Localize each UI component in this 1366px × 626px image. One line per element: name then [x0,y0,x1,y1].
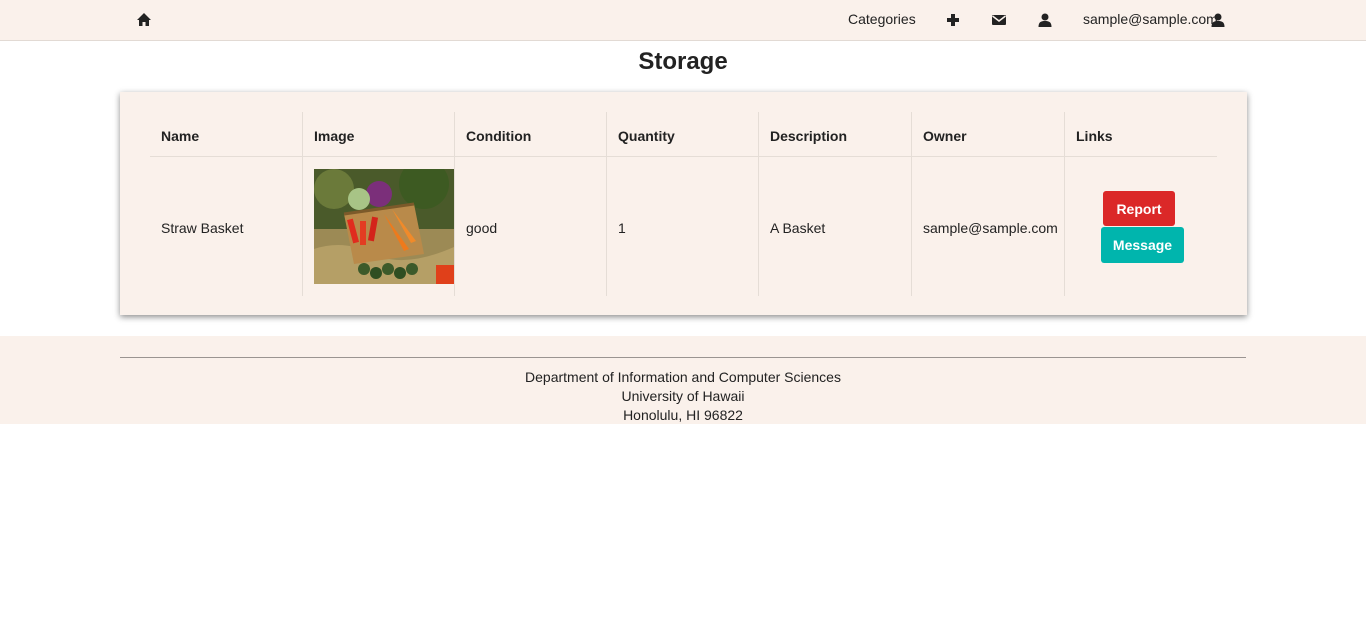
top-navbar: Categories sample@sample.com [0,0,1366,41]
column-divider [758,112,759,296]
column-header-links: Links [1076,128,1113,144]
report-button[interactable]: Report [1103,191,1175,226]
footer-department: Department of Information and Computer S… [525,369,841,385]
column-header-description: Description [770,128,848,144]
message-button[interactable]: Message [1101,227,1184,263]
envelope-icon[interactable] [991,12,1007,28]
footer-university: University of Hawaii [621,388,745,404]
cell-description: A Basket [770,220,826,236]
cell-condition: good [466,220,498,236]
footer-address: Honolulu, HI 96822 [623,407,743,423]
plus-icon[interactable] [945,12,961,28]
user-menu-email[interactable]: sample@sample.com [1083,11,1218,27]
user-icon[interactable] [1037,12,1053,28]
home-icon[interactable] [136,12,152,28]
page-title: Storage [638,48,728,75]
column-header-quantity: Quantity [618,128,675,144]
column-header-name: Name [161,128,200,144]
item-image [314,169,454,284]
cell-name: Straw Basket [161,220,244,236]
cell-quantity: 1 [618,220,626,236]
cell-owner: sample@sample.com [923,220,1058,236]
column-header-condition: Condition [466,128,532,144]
storage-table-card: Name Image Condition Quantity Descriptio… [120,92,1247,315]
column-divider [1064,112,1065,296]
footer-divider [120,357,1246,358]
column-divider [606,112,607,296]
column-divider [302,112,303,296]
column-divider [454,112,455,296]
header-divider [150,156,1217,157]
column-divider [911,112,912,296]
column-header-owner: Owner [923,128,967,144]
footer: Department of Information and Computer S… [0,336,1366,424]
nav-categories-link[interactable]: Categories [848,11,916,27]
column-header-image: Image [314,128,355,144]
user-icon[interactable] [1210,12,1226,28]
